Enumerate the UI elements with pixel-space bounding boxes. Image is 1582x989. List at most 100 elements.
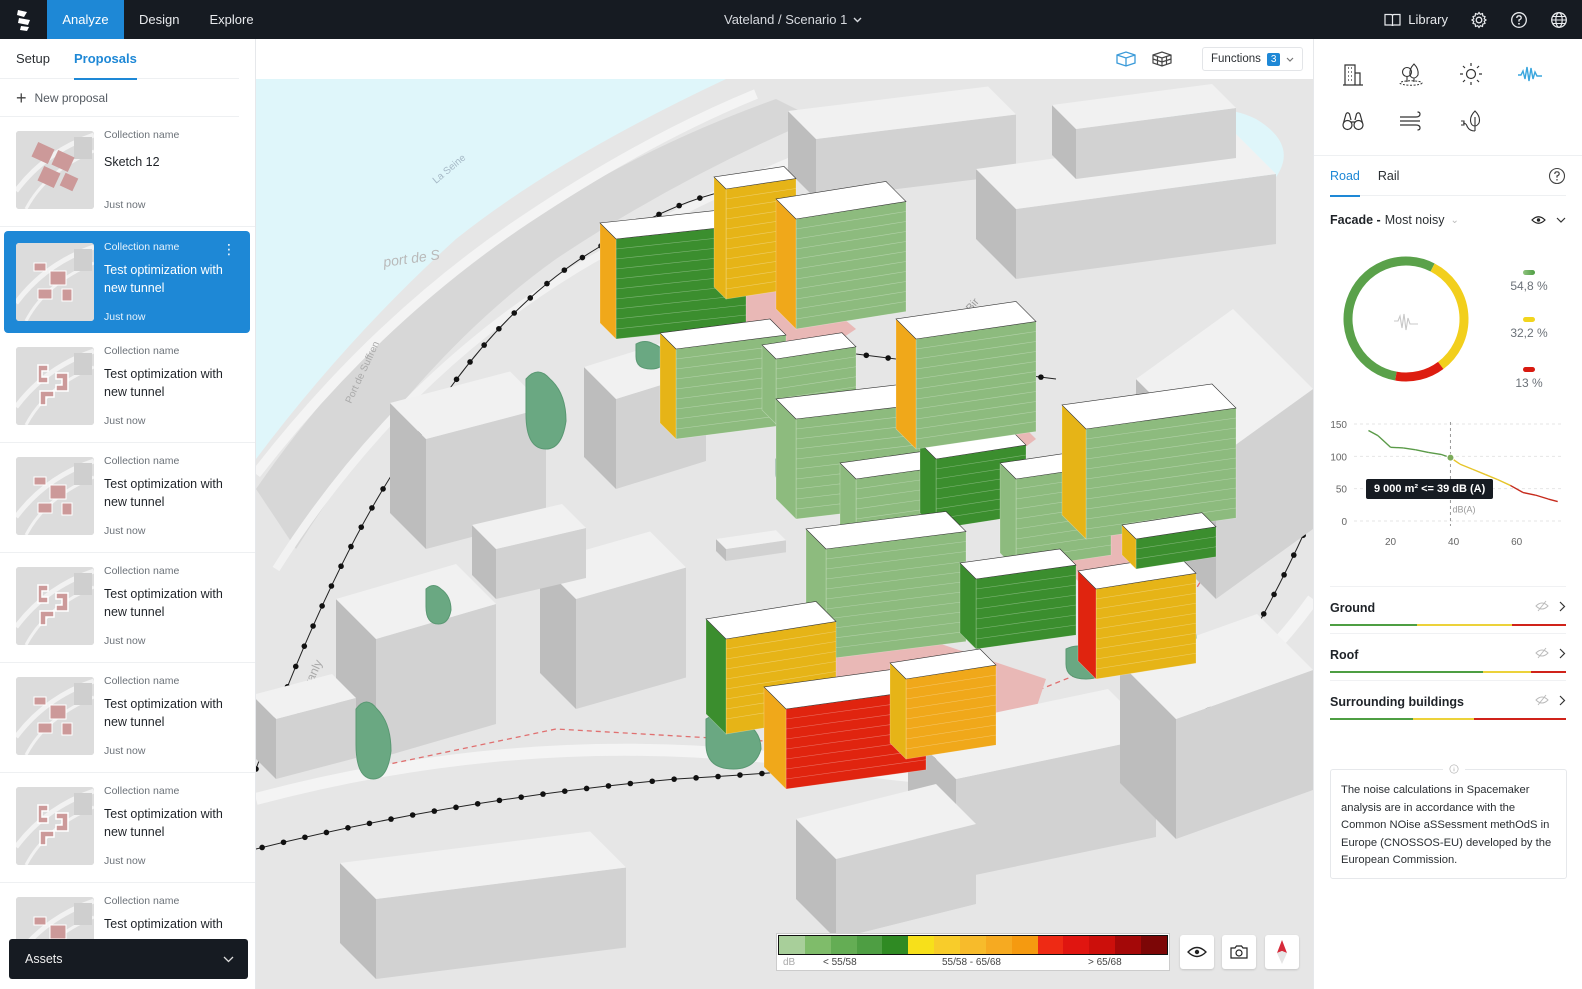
map-toolbar: Functions 3 <box>256 39 1313 79</box>
wind-icon[interactable] <box>1396 106 1426 136</box>
proposal-thumbnail <box>16 787 94 865</box>
proposal-item[interactable]: Collection name Test optimization with ne… <box>0 773 255 883</box>
series-segment <box>1403 447 1416 451</box>
barrier-post <box>579 254 586 261</box>
barrier-post <box>280 839 287 846</box>
compass-button[interactable] <box>1265 935 1299 969</box>
chevron-right-icon[interactable] <box>1559 601 1566 612</box>
facade-noise <box>795 201 907 330</box>
layer-noise-distribution <box>1330 624 1566 626</box>
gear-icon[interactable] <box>1470 10 1488 29</box>
barrier-post <box>1290 552 1297 558</box>
proposal-collection: Collection name <box>104 675 180 687</box>
eye-off-icon[interactable] <box>1535 694 1549 706</box>
binoculars-icon[interactable] <box>1338 106 1368 136</box>
proposal-item[interactable]: Collection name Sketch 12 Just now <box>0 117 255 227</box>
tab-setup[interactable]: Setup <box>16 39 50 79</box>
globe-icon[interactable] <box>1550 11 1568 29</box>
barrier-post <box>697 195 703 201</box>
analysis-type-grid <box>1314 39 1582 156</box>
eye-icon[interactable] <box>1531 215 1546 225</box>
donut-segment-0[interactable] <box>1343 256 1435 381</box>
legend-color-scale <box>778 935 1168 955</box>
proposal-collection: Collection name <box>104 895 180 907</box>
proposal-item[interactable]: Collection name Test optimization with ne… <box>0 663 255 773</box>
proposal-item[interactable]: Collection name Test optimization with ne… <box>0 443 255 553</box>
view-units-button[interactable] <box>1148 47 1176 71</box>
proposal-building[interactable] <box>775 181 907 330</box>
proposal-timestamp: Just now <box>104 635 146 647</box>
legend-color-step <box>1089 936 1116 954</box>
barrier-post <box>885 355 891 361</box>
proposal-timestamp: Just now <box>104 199 146 211</box>
proposal-collection: Collection name <box>104 455 180 467</box>
barrier-post <box>388 816 394 822</box>
tab-rail[interactable]: Rail <box>1378 156 1400 196</box>
functions-label: Functions <box>1211 53 1261 65</box>
trees-icon[interactable] <box>1396 59 1426 89</box>
chevron-right-icon[interactable] <box>1559 648 1566 659</box>
tab-road[interactable]: Road <box>1330 156 1360 197</box>
map-viewport[interactable]: Functions 3 La Seine port de S Quai Bran… <box>256 39 1313 989</box>
functions-dropdown[interactable]: Functions 3 <box>1202 47 1304 71</box>
proposal-timestamp: Just now <box>104 745 146 757</box>
layer-row[interactable]: Ground <box>1330 586 1566 633</box>
more-options-icon[interactable]: ⋮ <box>222 241 236 258</box>
barrier-post <box>561 267 568 273</box>
y-tick-label: 150 <box>1330 420 1347 431</box>
donut-segment-1[interactable] <box>1430 263 1469 370</box>
proposal-building[interactable] <box>959 548 1077 650</box>
proposal-building[interactable] <box>1061 383 1237 540</box>
proposal-item[interactable]: Collection name Test optimization with ne… <box>4 231 250 333</box>
library-button[interactable]: Library <box>1384 12 1448 27</box>
donut-segment-2[interactable] <box>1395 361 1444 382</box>
proposal-timestamp: Just now <box>104 311 146 323</box>
tab-proposals[interactable]: Proposals <box>73 39 137 80</box>
energy-leaf-icon[interactable] <box>1456 106 1486 136</box>
eye-off-icon[interactable] <box>1535 647 1549 659</box>
chevron-down-icon[interactable] <box>1556 217 1566 224</box>
sun-icon[interactable] <box>1456 59 1486 89</box>
layer-row[interactable]: Surrounding buildings <box>1330 680 1566 727</box>
project-selector[interactable]: Vateland / Scenario 1 <box>724 0 862 39</box>
noise-wave-icon[interactable] <box>1515 59 1545 89</box>
nav-tab-explore[interactable]: Explore <box>194 0 268 39</box>
visibility-button[interactable] <box>1180 935 1214 969</box>
map-3d-scene[interactable]: La Seine port de S Quai Branly de Bir Po… <box>256 79 1313 989</box>
functions-count-badge: 3 <box>1266 52 1281 66</box>
legend-color-step <box>882 936 909 954</box>
nav-tab-analyze[interactable]: Analyze <box>47 0 124 39</box>
proposal-building[interactable] <box>895 301 1037 450</box>
nav-tab-design[interactable]: Design <box>124 0 194 39</box>
proposal-timestamp: Just now <box>104 525 146 537</box>
barrier-post <box>1281 572 1287 578</box>
barrier-post <box>518 794 524 800</box>
proposal-item[interactable]: Collection name Test optimization with ne… <box>0 553 255 663</box>
barrier-post <box>1038 374 1044 380</box>
percent-high: 13 % <box>1515 376 1543 390</box>
barrier-post <box>496 325 502 332</box>
proposal-item[interactable]: Collection name Test optimization with ne… <box>0 333 255 443</box>
eye-off-icon[interactable] <box>1535 600 1549 612</box>
layer-name: Surrounding buildings <box>1330 695 1465 709</box>
proposal-building[interactable] <box>1077 554 1197 680</box>
series-segment <box>1472 468 1486 476</box>
barrier-post <box>671 776 677 782</box>
help-icon[interactable] <box>1548 167 1566 185</box>
assets-dropdown[interactable]: Assets <box>9 939 248 979</box>
legend-color-step <box>856 936 883 954</box>
layer-row[interactable]: Roof <box>1330 633 1566 680</box>
barrier-post <box>319 603 325 609</box>
proposal-building[interactable] <box>889 648 997 760</box>
new-proposal-label: New proposal <box>34 90 108 105</box>
facade-mode-select[interactable]: Most noisy <box>1385 213 1445 227</box>
legend-color-step <box>934 936 961 954</box>
help-icon[interactable] <box>1510 11 1528 29</box>
view-3d-button[interactable] <box>1112 47 1140 71</box>
chevron-right-icon[interactable] <box>1559 695 1566 706</box>
building-icon[interactable] <box>1338 59 1368 89</box>
noise-donut-chart <box>1343 256 1469 382</box>
app-logo[interactable] <box>0 0 47 39</box>
new-proposal-button[interactable]: + New proposal <box>0 79 239 117</box>
screenshot-button[interactable] <box>1222 935 1256 969</box>
